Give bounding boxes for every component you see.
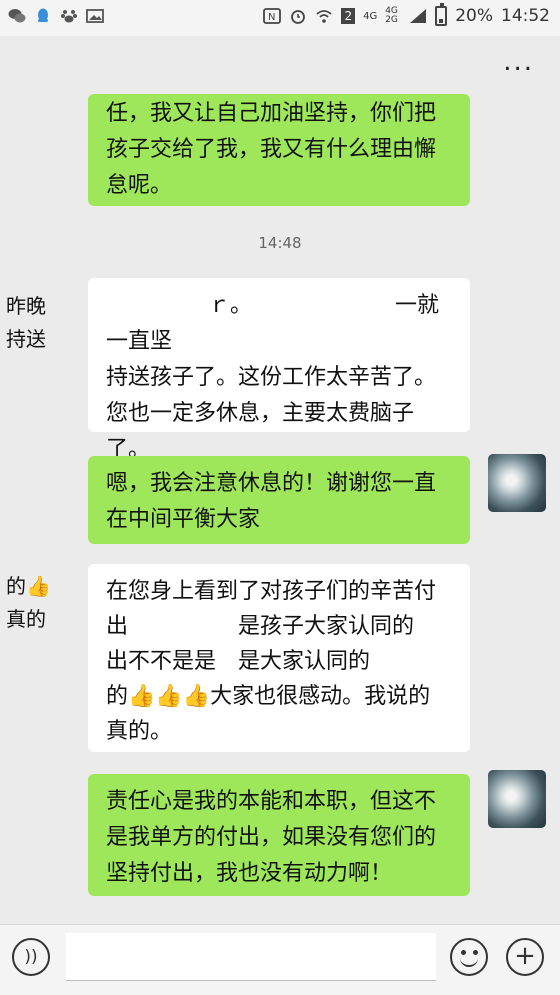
side-text-fragment: 的👍 真的 <box>6 574 51 631</box>
message-bubble-received[interactable]: ｒ。 一就一直坚 持送孩子了。这份工作太辛苦了。 您也一定多休息，主要太费脑子了… <box>88 278 470 498</box>
wechat-icon <box>8 9 26 23</box>
input-bar: )) + <box>0 924 560 995</box>
emoji-button[interactable] <box>450 938 488 976</box>
alarm-icon <box>291 10 306 24</box>
avatar[interactable] <box>488 770 546 828</box>
chat-area[interactable]: 任，我又让自己加油坚持，你们把 孩子交给了我，我又有什么理由懈 怠呢。 14:4… <box>0 94 560 924</box>
qq-icon <box>38 8 48 22</box>
image-icon <box>86 9 104 23</box>
status-bar: N 2 4G 4G 2G 20% 14:52 <box>0 0 560 36</box>
message-bubble-sent[interactable]: 责任心是我的本能和本职，但这不 是我单方的付出，如果没有您们的 坚持付出，我也没… <box>88 774 470 896</box>
side-text-fragment: 昨晚 持送 <box>6 294 46 351</box>
status-left-icons <box>8 8 104 24</box>
voice-button[interactable]: )) <box>12 938 50 976</box>
battery-percent: 20% <box>455 6 493 26</box>
network-2: 4G 2G <box>385 6 398 25</box>
chat-header: ... <box>0 36 560 94</box>
signal-icon <box>410 9 427 23</box>
network-1: 4G <box>363 10 378 22</box>
message-timestamp: 14:48 <box>258 234 302 252</box>
avatar[interactable] <box>488 454 546 512</box>
more-button[interactable]: ... <box>503 49 534 75</box>
sim-slot-badge: 2 <box>341 8 356 24</box>
baidu-icon <box>61 10 77 23</box>
clock: 14:52 <box>501 6 550 26</box>
add-button[interactable]: + <box>506 938 544 976</box>
battery-icon <box>435 3 448 26</box>
wifi-icon <box>316 10 333 23</box>
voice-icon: )) <box>24 947 38 967</box>
status-right-icons: N 2 4G 4G 2G 20% 14:52 <box>263 3 550 26</box>
message-bubble-received[interactable]: 在您身上看到了对孩子们的辛苦付 出 是孩子大家认同的 出不不是是 是大家认同的 … <box>88 564 470 752</box>
message-bubble-sent[interactable]: 嗯，我会注意休息的！谢谢您一直 在中间平衡大家 <box>88 456 470 544</box>
nfc-icon: N <box>263 8 282 24</box>
svg-text:N: N <box>268 12 275 23</box>
message-bubble-sent[interactable]: 任，我又让自己加油坚持，你们把 孩子交给了我，我又有什么理由懈 怠呢。 <box>88 94 470 206</box>
message-input[interactable] <box>66 933 436 981</box>
